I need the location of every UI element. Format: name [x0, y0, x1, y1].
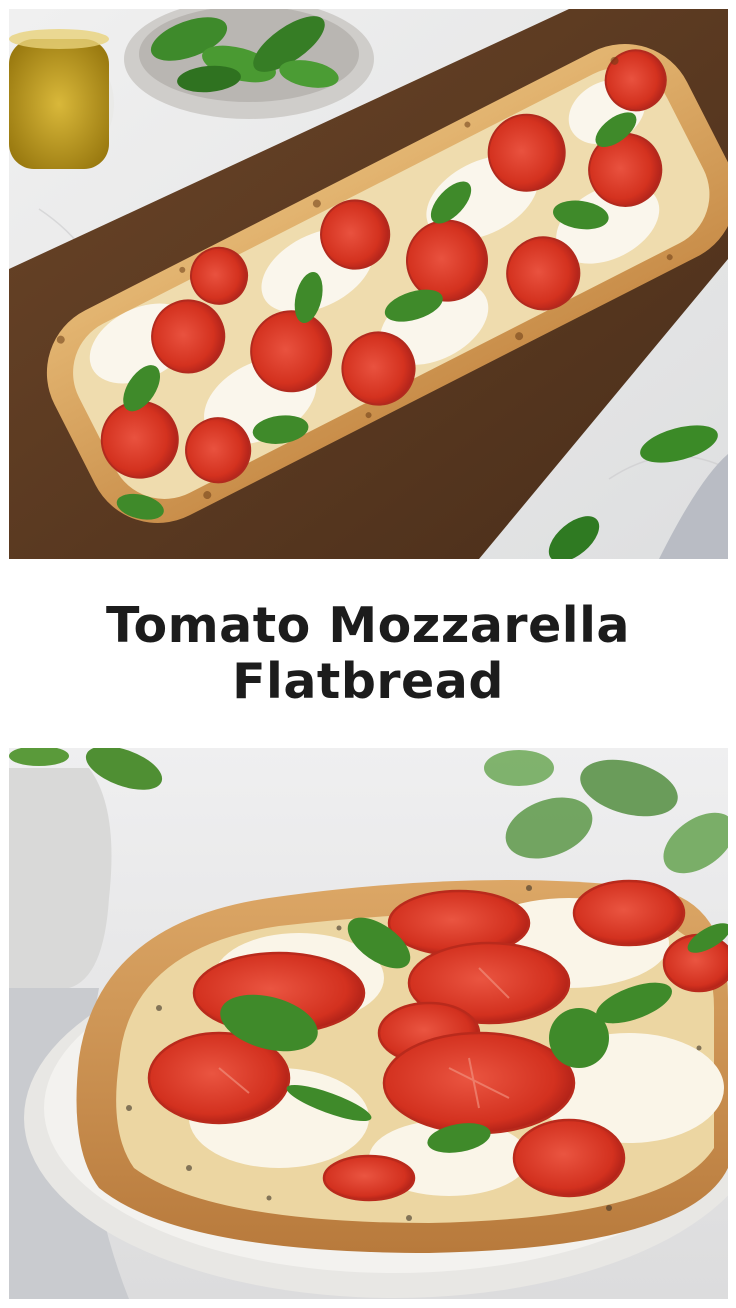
flatbread-board-image	[9, 9, 728, 559]
photo-flatbread-on-plate	[9, 748, 728, 1299]
title-line-2: Flatbread	[232, 652, 504, 710]
olive-oil-bowl	[9, 29, 114, 169]
title-line-1: Tomato Mozzarella	[106, 596, 630, 654]
photo-flatbread-on-board	[9, 9, 728, 559]
flatbread-plate-image	[9, 748, 728, 1299]
recipe-title: Tomato Mozzarella Flatbread	[0, 559, 736, 748]
flatbread	[76, 879, 728, 1253]
